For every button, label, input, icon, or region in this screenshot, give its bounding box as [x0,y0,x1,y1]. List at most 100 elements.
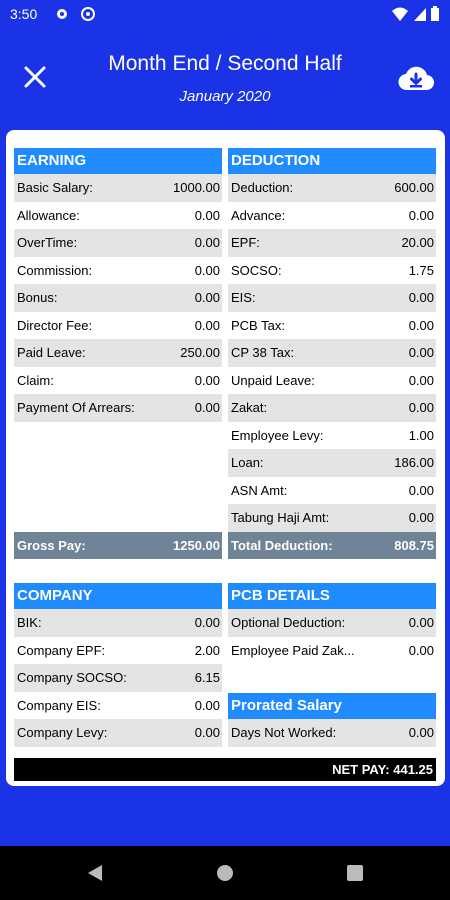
deduction-row-label: ASN Amt: [231,482,288,498]
company-heading: COMPANY [14,583,222,609]
deduction-row-value: 0.00 [408,400,434,416]
deduction-row: EIS: 0.00 [228,284,436,312]
earning-row-label: Basic Salary: [17,180,93,196]
earning-row: Paid Leave: 250.00 [14,339,222,367]
deduction-row-label: Tabung Haji Amt: [231,510,330,526]
pcb-row-value: 0.00 [408,642,434,658]
earning-row-value: 0.00 [194,400,220,416]
company-section: COMPANY BIK: 0.00 Company EPF: 2.00 Company … [14,583,222,747]
net-pay-bar: NET PAY: 441.25 [14,758,436,781]
company-row-value: 0.00 [194,615,220,631]
earning-row-label: Director Fee: [17,317,93,333]
deduction-row-value: 0.00 [408,345,434,361]
deduction-row: Unpaid Leave: 0.00 [228,367,436,395]
total-deduction-label: Total Deduction: [231,537,333,553]
deduction-row-label: EIS: [231,290,256,306]
company-row-value: 6.15 [194,670,220,686]
company-row-label: Company EIS: [17,697,101,713]
header: Month End / Second Half January 2020 [0,30,450,126]
prorated-salary-section: Prorated Salary Days Not Worked: 0.00 [228,693,436,747]
earning-row-label: Allowance: [17,207,80,223]
pcb-row: Employee Paid Zak... 0.00 [228,637,436,665]
earning-row-label: Payment Of Arrears: [17,400,135,416]
earning-row: Bonus: 0.00 [14,284,222,312]
deduction-row-value: 0.00 [408,290,434,306]
deduction-row-value: 0.00 [408,207,434,223]
close-button[interactable] [18,60,52,94]
gross-pay-row: Gross Pay: 1250.00 [14,531,222,559]
page-subtitle: January 2020 [179,88,271,105]
earning-row-value: 0.00 [194,207,220,223]
earning-row-label: Commission: [17,262,93,278]
company-row: Company SOCSO: 6.15 [14,664,222,692]
prorated-salary-heading: Prorated Salary [228,693,436,719]
company-row-value: 2.00 [194,642,220,658]
earning-row-label: Paid Leave: [17,345,86,361]
earning-row-label: OverTime: [17,235,78,251]
payslip-card: EARNING Basic Salary: 1000.00 Allowance: 0.… [6,130,445,786]
earning-row: Director Fee: 0.00 [14,312,222,340]
earning-row: Basic Salary: 1000.00 [14,174,222,202]
deduction-section: DEDUCTION Deduction: 600.00 Advance: 0.00 EP… [228,148,436,559]
deduction-row-label: Zakat: [231,400,268,416]
earning-row-value: 0.00 [194,290,220,306]
prorated-row-value: 0.00 [408,725,434,741]
deduction-row: ASN Amt: 0.00 [228,477,436,505]
deduction-row-label: Loan: [231,455,264,471]
deduction-row: CP 38 Tax: 0.00 [228,339,436,367]
company-row-label: Company Levy: [17,725,108,741]
earning-row-value: 250.00 [180,345,220,361]
deduction-row-value: 0.00 [408,317,434,333]
earning-row-value: 1000.00 [173,180,220,196]
deduction-row-value: 0.00 [408,482,434,498]
company-row-label: Company SOCSO: [17,670,127,686]
earning-section: EARNING Basic Salary: 1000.00 Allowance: 0.… [14,148,222,559]
pcb-row: Optional Deduction: 0.00 [228,609,436,637]
total-deduction-value: 808.75 [394,537,434,553]
page-title: Month End / Second Half [108,52,342,75]
deduction-row: Loan: 186.00 [228,449,436,477]
status-bar: 3:50 [0,0,450,30]
deduction-row-label: Deduction: [231,180,294,196]
deduction-row: PCB Tax: 0.00 [228,312,436,340]
deduction-row-label: Employee Levy: [231,427,324,443]
signal-icon [414,8,426,21]
deduction-row: SOCSO: 1.75 [228,257,436,285]
battery-icon [431,6,439,21]
cloud-download-icon [398,66,434,91]
company-row: BIK: 0.00 [14,609,222,637]
gross-pay-label: Gross Pay: [17,537,86,553]
deduction-row-label: SOCSO: [231,262,282,278]
download-button[interactable] [396,60,436,96]
gross-pay-value: 1250.00 [173,537,220,553]
deduction-row-label: CP 38 Tax: [231,345,295,361]
earning-row-value: 0.00 [194,317,220,333]
earning-row: OverTime: 0.00 [14,229,222,257]
deduction-row-value: 0.00 [408,510,434,526]
earning-row: Commission: 0.00 [14,257,222,285]
earning-row-value: 0.00 [194,235,220,251]
company-row-label: Company EPF: [17,642,106,658]
deduction-row: Tabung Haji Amt: 0.00 [228,504,436,532]
earning-row-label: Bonus: [17,290,58,306]
deduction-row: EPF: 20.00 [228,229,436,257]
company-row-value: 0.00 [194,725,220,741]
total-deduction-row: Total Deduction: 808.75 [228,531,436,559]
deduction-row-value: 1.75 [408,262,434,278]
earning-row-value: 0.00 [194,372,220,388]
deduction-row-label: EPF: [231,235,260,251]
deduction-row-value: 1.00 [408,427,434,443]
deduction-row: Deduction: 600.00 [228,174,436,202]
deduction-row-value: 600.00 [394,180,434,196]
deduction-row-label: Advance: [231,207,286,223]
earning-row: Payment Of Arrears: 0.00 [14,394,222,422]
wifi-icon [392,7,408,21]
pcb-details-section: PCB DETAILS Optional Deduction: 0.00 Emplo… [228,583,436,664]
back-icon[interactable] [84,862,106,884]
deduction-row-value: 186.00 [394,455,434,471]
earning-heading: EARNING [14,148,222,174]
deduction-row-label: PCB Tax: [231,317,285,333]
earning-row: Claim: 0.00 [14,367,222,395]
recents-icon[interactable] [344,862,366,884]
home-icon[interactable] [214,862,236,884]
